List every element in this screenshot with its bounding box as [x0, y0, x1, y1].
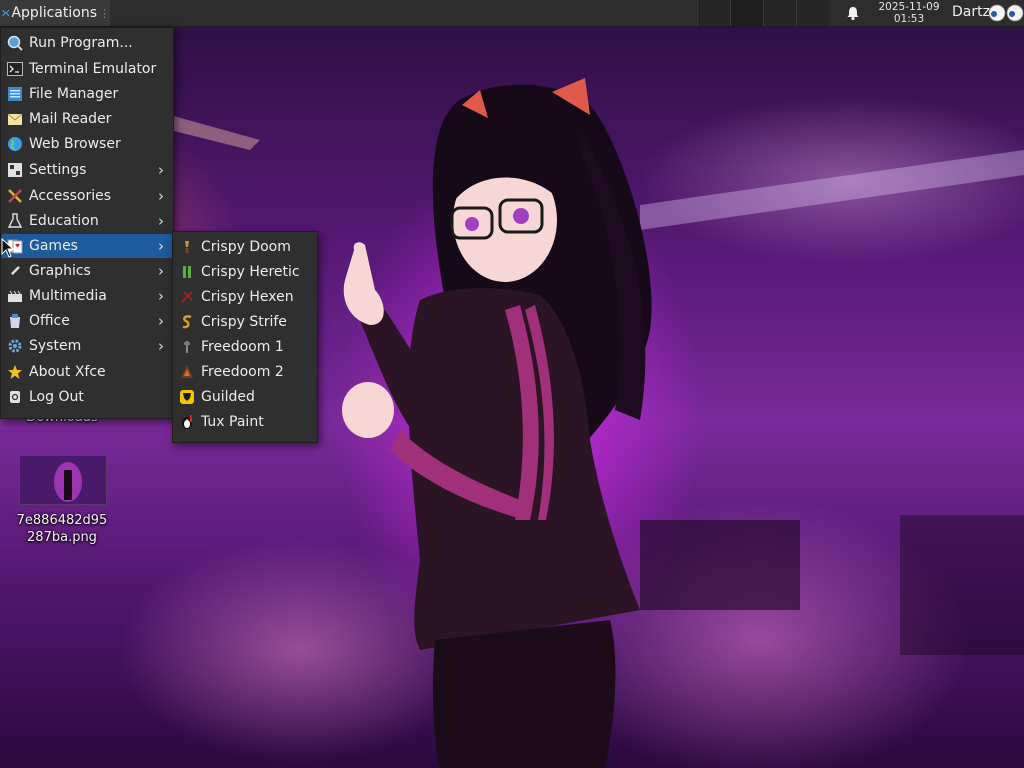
game-item-crispy-hexen[interactable]: Crispy Hexen [174, 285, 316, 309]
game-item-crispy-doom[interactable]: Crispy Doom [174, 235, 316, 259]
system-icon [8, 339, 22, 353]
tux-paint-icon [182, 415, 192, 429]
game-item-label: Crispy Hexen [201, 289, 294, 305]
menu-item-label: Log Out [29, 389, 84, 405]
workspace-2[interactable] [730, 0, 763, 26]
game-item-label: Guilded [201, 389, 255, 405]
thumbnail-preview-icon [20, 456, 106, 504]
submenu-arrow-icon: › [158, 237, 164, 255]
applications-label: Applications [11, 5, 97, 21]
terminal-icon [7, 62, 23, 76]
menu-item-label: File Manager [29, 86, 119, 102]
menu-item-games[interactable]: Games › [2, 234, 172, 258]
freedoom-2-icon [181, 365, 193, 378]
menu-item-label: Mail Reader [29, 111, 112, 127]
image-file-label[interactable]: 7e886482d95 287ba.png [10, 512, 114, 546]
about-star-icon [8, 365, 22, 379]
multimedia-icon [8, 290, 22, 302]
submenu-arrow-icon: › [158, 312, 164, 330]
mouse-pointer-icon [1, 238, 15, 258]
menu-item-terminal-emulator[interactable]: Terminal Emulator [2, 57, 172, 81]
submenu-arrow-icon: › [158, 187, 164, 205]
menu-item-graphics[interactable]: Graphics › [2, 259, 172, 283]
office-icon [10, 314, 20, 328]
menu-item-label: Education [29, 213, 99, 229]
menu-item-label: Settings [29, 162, 87, 178]
menu-item-label: About Xfce [29, 364, 106, 380]
workspace-3[interactable] [763, 0, 796, 26]
menu-item-file-manager[interactable]: File Manager [2, 82, 172, 106]
guilded-icon [180, 390, 194, 404]
image-file-label-line1: 7e886482d95 [16, 513, 108, 528]
crispy-heretic-icon [183, 266, 191, 278]
game-item-crispy-heretic[interactable]: Crispy Heretic [174, 260, 316, 284]
crispy-doom-icon [185, 241, 189, 253]
submenu-arrow-icon: › [158, 287, 164, 305]
applications-menu-button[interactable]: Applications ⋮ [0, 0, 110, 26]
notification-bell-icon[interactable] [845, 5, 861, 21]
games-submenu: Crispy Doom Crispy Heretic Crispy Hexen … [172, 231, 318, 443]
game-item-guilded[interactable]: Guilded [174, 385, 316, 409]
run-program-icon [7, 35, 23, 51]
image-file-label-line2: 287ba.png [27, 530, 97, 545]
menu-item-label: Graphics [29, 263, 91, 279]
menu-item-log-out[interactable]: Log Out [2, 385, 172, 409]
menu-item-label: System [29, 338, 82, 354]
freedoom-1-icon [184, 341, 190, 353]
submenu-arrow-icon: › [158, 161, 164, 179]
menu-item-label: Office [29, 313, 70, 329]
game-item-freedoom-1[interactable]: Freedoom 1 [174, 335, 316, 359]
clock-time: 01:53 [893, 13, 925, 25]
submenu-arrow-icon: › [158, 262, 164, 280]
submenu-arrow-icon: › [158, 212, 164, 230]
menu-item-mail-reader[interactable]: Mail Reader [2, 107, 172, 131]
education-icon [7, 213, 23, 228]
accessories-icon [8, 189, 22, 203]
game-item-crispy-strife[interactable]: Crispy Strife [174, 310, 316, 334]
submenu-arrow-icon: › [158, 337, 164, 355]
menu-item-label: Multimedia [29, 288, 107, 304]
image-file-thumbnail[interactable] [19, 455, 107, 505]
game-item-freedoom-2[interactable]: Freedoom 2 [174, 360, 316, 384]
menu-item-label: Terminal Emulator [29, 61, 157, 77]
panel-handle-icon: ⋮ [99, 6, 110, 20]
log-out-icon [10, 391, 20, 403]
menu-item-office[interactable]: Office › [2, 309, 172, 333]
game-item-tux-paint[interactable]: Tux Paint [174, 410, 316, 434]
menu-item-accessories[interactable]: Accessories › [2, 184, 172, 208]
file-manager-icon [8, 87, 22, 101]
menu-item-multimedia[interactable]: Multimedia › [2, 284, 172, 308]
menu-item-web-browser[interactable]: Web Browser [2, 132, 172, 156]
game-item-label: Freedoom 2 [201, 364, 284, 380]
menu-item-label: Games [29, 238, 78, 254]
user-name[interactable]: Dartz [952, 4, 990, 20]
game-item-label: Freedoom 1 [201, 339, 284, 355]
crispy-hexen-icon [181, 291, 193, 303]
menu-item-run-program[interactable]: Run Program... [2, 31, 172, 55]
menu-item-settings[interactable]: Settings › [2, 158, 172, 182]
game-item-label: Crispy Heretic [201, 264, 300, 280]
top-panel: Applications ⋮ 2025-11-09 01:53 Dartz [0, 0, 1024, 27]
workspace-4[interactable] [796, 0, 829, 26]
game-item-label: Crispy Doom [201, 239, 291, 255]
menu-item-label: Accessories [29, 188, 112, 204]
crispy-strife-icon [182, 315, 192, 329]
menu-item-label: Run Program... [29, 35, 133, 51]
menu-item-label: Web Browser [29, 136, 121, 152]
game-item-label: Crispy Strife [201, 314, 287, 330]
applications-menu: Run Program... Terminal Emulator File Ma… [0, 27, 174, 419]
settings-icon [8, 163, 22, 177]
menu-item-system[interactable]: System › [2, 334, 172, 358]
xeyes-icon [988, 4, 1024, 22]
workspace-1[interactable] [697, 0, 730, 26]
menu-item-education[interactable]: Education › [2, 209, 172, 233]
graphics-icon [8, 266, 20, 278]
game-item-label: Tux Paint [201, 414, 264, 430]
web-browser-icon [8, 137, 22, 151]
clock[interactable]: 2025-11-09 01:53 [870, 1, 948, 25]
mail-icon [7, 113, 23, 125]
clock-date: 2025-11-09 [878, 1, 940, 13]
menu-item-about-xfce[interactable]: About Xfce [2, 360, 172, 384]
xfce-logo-icon [2, 10, 10, 16]
